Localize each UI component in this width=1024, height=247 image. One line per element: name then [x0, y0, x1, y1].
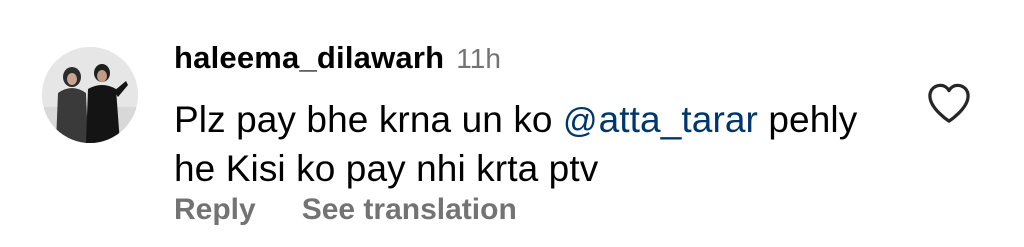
- reply-button[interactable]: Reply: [174, 193, 256, 227]
- heart-outline-icon: [928, 83, 970, 123]
- username[interactable]: haleema_dilawarh: [174, 40, 444, 76]
- like-button[interactable]: [926, 82, 972, 124]
- timestamp: 11h: [456, 43, 501, 74]
- comment-text: Plz pay bhe krna un ko @atta_tarar pehly…: [174, 96, 904, 192]
- mention-username: atta_tarar: [598, 99, 758, 140]
- profile-photo: [42, 47, 138, 143]
- comment-header: haleema_dilawarh 11h: [174, 40, 501, 84]
- mention-link[interactable]: @atta_tarar: [563, 99, 758, 140]
- comment-text-start: Plz pay bhe krna un ko: [174, 99, 563, 140]
- comment-actions: Reply See translation: [174, 193, 517, 227]
- threads-icon: @: [562, 102, 598, 140]
- avatar[interactable]: [42, 47, 138, 143]
- comment: haleema_dilawarh 11h Plz pay bhe krna un…: [0, 0, 1024, 247]
- see-translation-button[interactable]: See translation: [302, 193, 517, 227]
